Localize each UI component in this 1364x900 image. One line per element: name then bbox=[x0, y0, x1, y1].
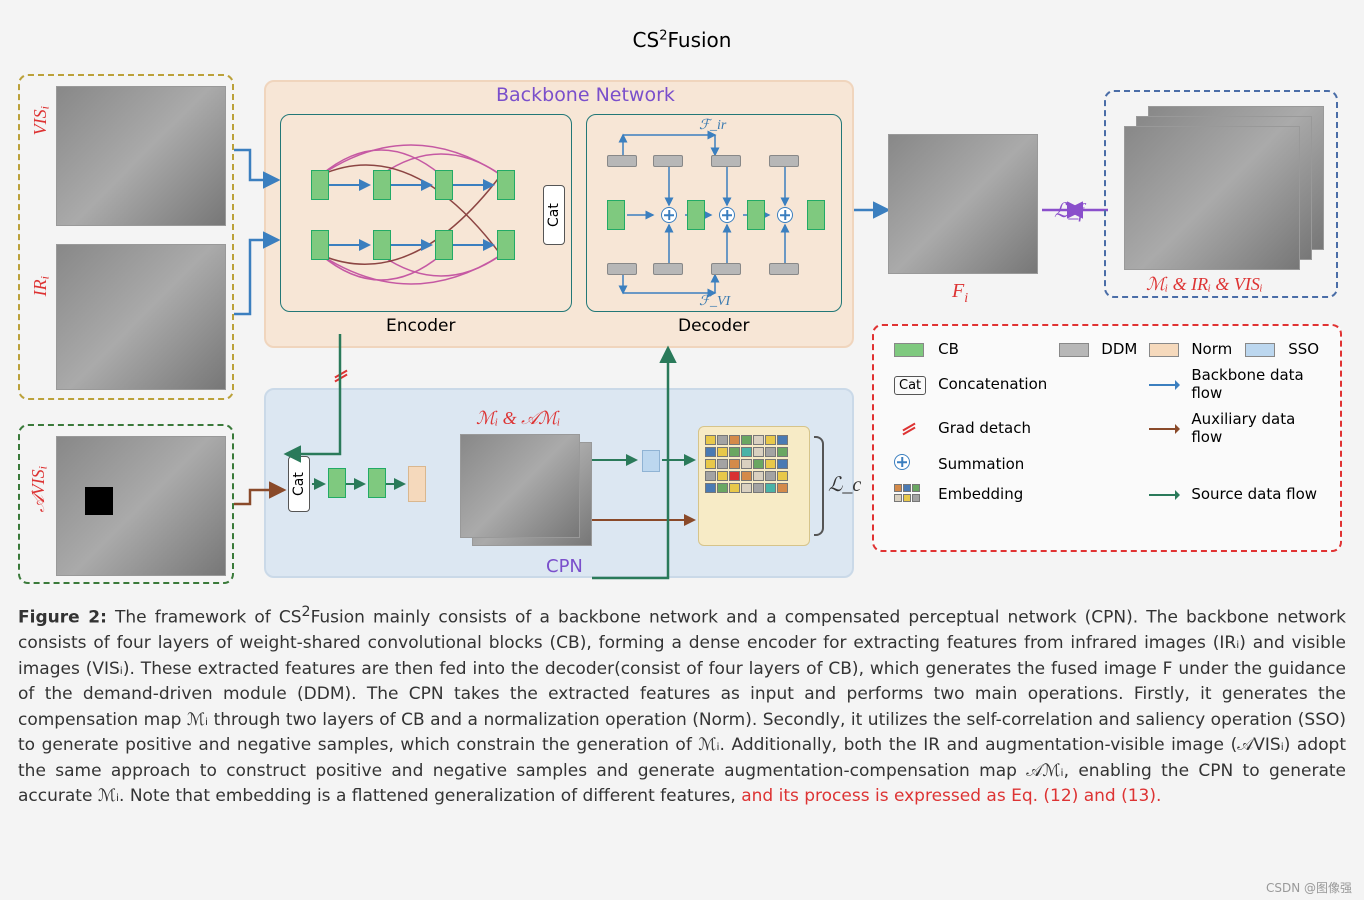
legend-ddm: DDM bbox=[1095, 336, 1143, 362]
encoder-cb bbox=[311, 170, 329, 200]
embedding-box bbox=[698, 426, 810, 546]
lf-label: ℒ_f bbox=[1054, 198, 1084, 223]
vis-label: VISi bbox=[30, 106, 53, 135]
decoder-label: Decoder bbox=[678, 316, 750, 336]
encoder-arcs bbox=[281, 115, 573, 313]
avis-frame: 𝒜VISi bbox=[18, 424, 234, 584]
stacked-label: ℳᵢ & IRᵢ & VISᵢ bbox=[1146, 274, 1263, 295]
grad-detach-icon bbox=[334, 370, 346, 382]
legend-concat: Concatenation bbox=[932, 362, 1053, 406]
encoder-cat: Cat bbox=[543, 185, 565, 245]
caption-eq: and its process is expressed as Eq. (12)… bbox=[741, 786, 1161, 806]
page-title: CS2Fusion bbox=[0, 28, 1364, 52]
encoder-label: Encoder bbox=[386, 316, 456, 336]
caption-body-2: Fusion mainly consists of a backbone net… bbox=[18, 608, 1346, 807]
fi-label: Fi bbox=[952, 280, 968, 307]
backbone-title: Backbone Network bbox=[496, 84, 675, 106]
backbone-network: Backbone Network bbox=[264, 80, 854, 348]
avis-image bbox=[56, 436, 226, 576]
vis-ir-frame: VISi IRi bbox=[18, 74, 234, 400]
legend-box: CB DDM Norm SSO Cat Concatenation Backbo… bbox=[872, 324, 1342, 552]
figure-caption: Figure 2: The framework of CS2Fusion mai… bbox=[18, 602, 1346, 810]
cpn-title: CPN bbox=[546, 556, 583, 577]
legend-bbflow: Backbone data flow bbox=[1185, 362, 1326, 406]
legend-table: CB DDM Norm SSO Cat Concatenation Backbo… bbox=[888, 336, 1326, 510]
fi-image bbox=[888, 134, 1038, 274]
lc-label: ℒ_c bbox=[828, 472, 861, 497]
caption-body-1: The framework of CS bbox=[107, 608, 302, 628]
cpn-cat: Cat bbox=[288, 456, 310, 512]
legend-norm: Norm bbox=[1185, 336, 1239, 362]
sso-block bbox=[642, 450, 660, 472]
legend-srcflow: Source data flow bbox=[1185, 478, 1326, 510]
cpn-norm bbox=[408, 466, 426, 502]
decoder-arrows bbox=[587, 115, 843, 313]
watermark: CSDN @图像强 bbox=[1266, 879, 1352, 896]
caption-sup: 2 bbox=[302, 604, 311, 620]
mi-label: ℳᵢ & 𝒜ℳᵢ bbox=[476, 408, 560, 429]
legend-grad: Grad detach bbox=[932, 406, 1053, 450]
figure-number: Figure 2: bbox=[18, 608, 107, 628]
title-text-2: Fusion bbox=[667, 28, 731, 52]
encoder-box: Cat bbox=[280, 114, 572, 312]
legend-sum: Summation bbox=[932, 450, 1053, 478]
legend-emb: Embedding bbox=[932, 478, 1053, 510]
cpn-box: Cat ℳᵢ & 𝒜ℳᵢ ℒ_c CPN bbox=[264, 388, 854, 578]
legend-auxflow: Auxiliary data flow bbox=[1185, 406, 1326, 450]
fvi-tag: ℱ_VI bbox=[699, 293, 730, 310]
vis-image bbox=[56, 86, 226, 226]
mi-image bbox=[460, 434, 580, 538]
legend-cb: CB bbox=[932, 336, 1053, 362]
title-text-1: CS bbox=[633, 28, 660, 52]
avis-label: 𝒜VISi bbox=[28, 466, 51, 512]
architecture-diagram: VISi IRi 𝒜VISi Backbone Network bbox=[18, 70, 1346, 600]
stacked-output-frame: ℳᵢ & IRᵢ & VISᵢ bbox=[1104, 90, 1338, 298]
legend-sso: SSO bbox=[1282, 336, 1326, 362]
ir-label: IRi bbox=[30, 276, 53, 296]
canvas: CS2Fusion VISi IRi 𝒜VISi Backbone Networ… bbox=[0, 0, 1364, 900]
fir-tag: ℱ_ir bbox=[699, 117, 726, 134]
decoder-box: ℱ_ir ℱ_VI bbox=[586, 114, 842, 312]
brace-icon bbox=[814, 436, 824, 536]
ir-image bbox=[56, 244, 226, 390]
